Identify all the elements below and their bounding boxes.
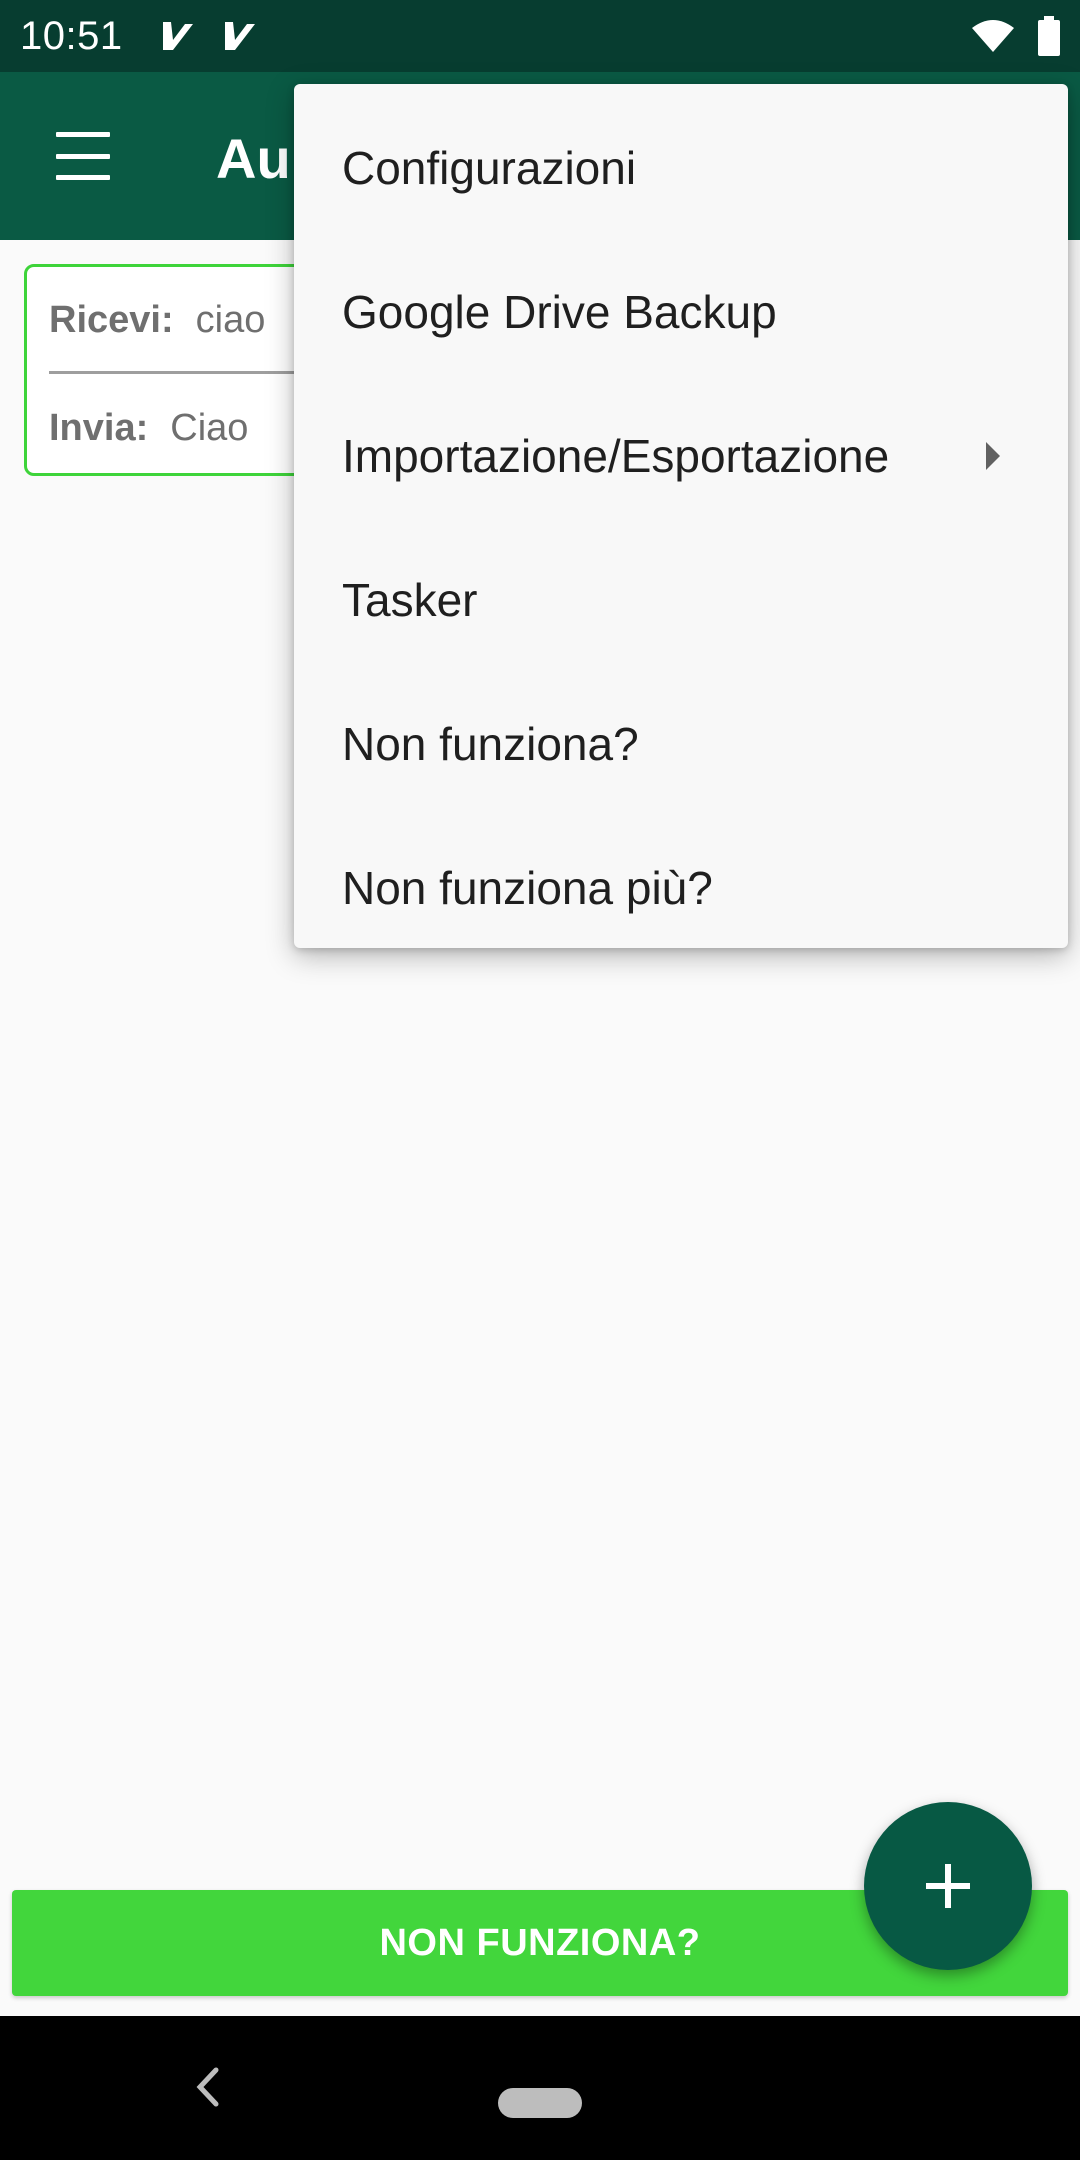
submenu-arrow-icon — [986, 442, 1000, 470]
status-notification-icons — [159, 16, 261, 56]
receive-value: ciao — [195, 299, 266, 341]
menu-item-label: Non funziona più? — [342, 862, 713, 914]
home-pill-icon[interactable] — [498, 2088, 582, 2118]
menu-item-google-drive-backup[interactable]: Google Drive Backup — [294, 240, 1068, 384]
wifi-icon — [972, 20, 1014, 52]
overflow-menu: Configurazioni Google Drive Backup Impor… — [294, 84, 1068, 948]
menu-item-label: Non funziona? — [342, 718, 639, 770]
add-rule-button[interactable] — [864, 1802, 1032, 1970]
menu-item-label: Tasker — [342, 574, 478, 626]
hamburger-menu-icon[interactable] — [40, 128, 126, 184]
receive-row: Ricevi: ciao — [49, 299, 265, 342]
status-system-icons — [970, 16, 1060, 56]
send-value: Ciao — [170, 407, 249, 449]
menu-item-non-funziona[interactable]: Non funziona? — [294, 672, 1068, 816]
back-icon[interactable] — [190, 2064, 226, 2110]
battery-icon — [1038, 16, 1060, 56]
menu-item-non-funziona-piu[interactable]: Non funziona più? — [294, 816, 1068, 960]
notification-check-icon — [224, 22, 255, 50]
menu-item-import-export[interactable]: Importazione/Esportazione — [294, 384, 1068, 528]
receive-label: Ricevi: — [49, 299, 174, 341]
navigation-bar — [0, 2016, 1080, 2160]
app-title: Au — [216, 127, 291, 190]
menu-item-configurazioni[interactable]: Configurazioni — [294, 96, 1068, 240]
menu-item-label: Importazione/Esportazione — [342, 430, 890, 482]
menu-item-label: Configurazioni — [342, 142, 637, 194]
menu-item-tasker[interactable]: Tasker — [294, 528, 1068, 672]
send-label: Invia: — [49, 407, 149, 449]
menu-item-label: Google Drive Backup — [342, 286, 777, 338]
plus-icon — [926, 1864, 970, 1908]
notification-check-icon — [162, 22, 193, 50]
send-row: Invia: Ciao — [49, 407, 248, 450]
status-bar: 10:51 — [0, 0, 1080, 72]
status-time: 10:51 — [20, 13, 123, 58]
